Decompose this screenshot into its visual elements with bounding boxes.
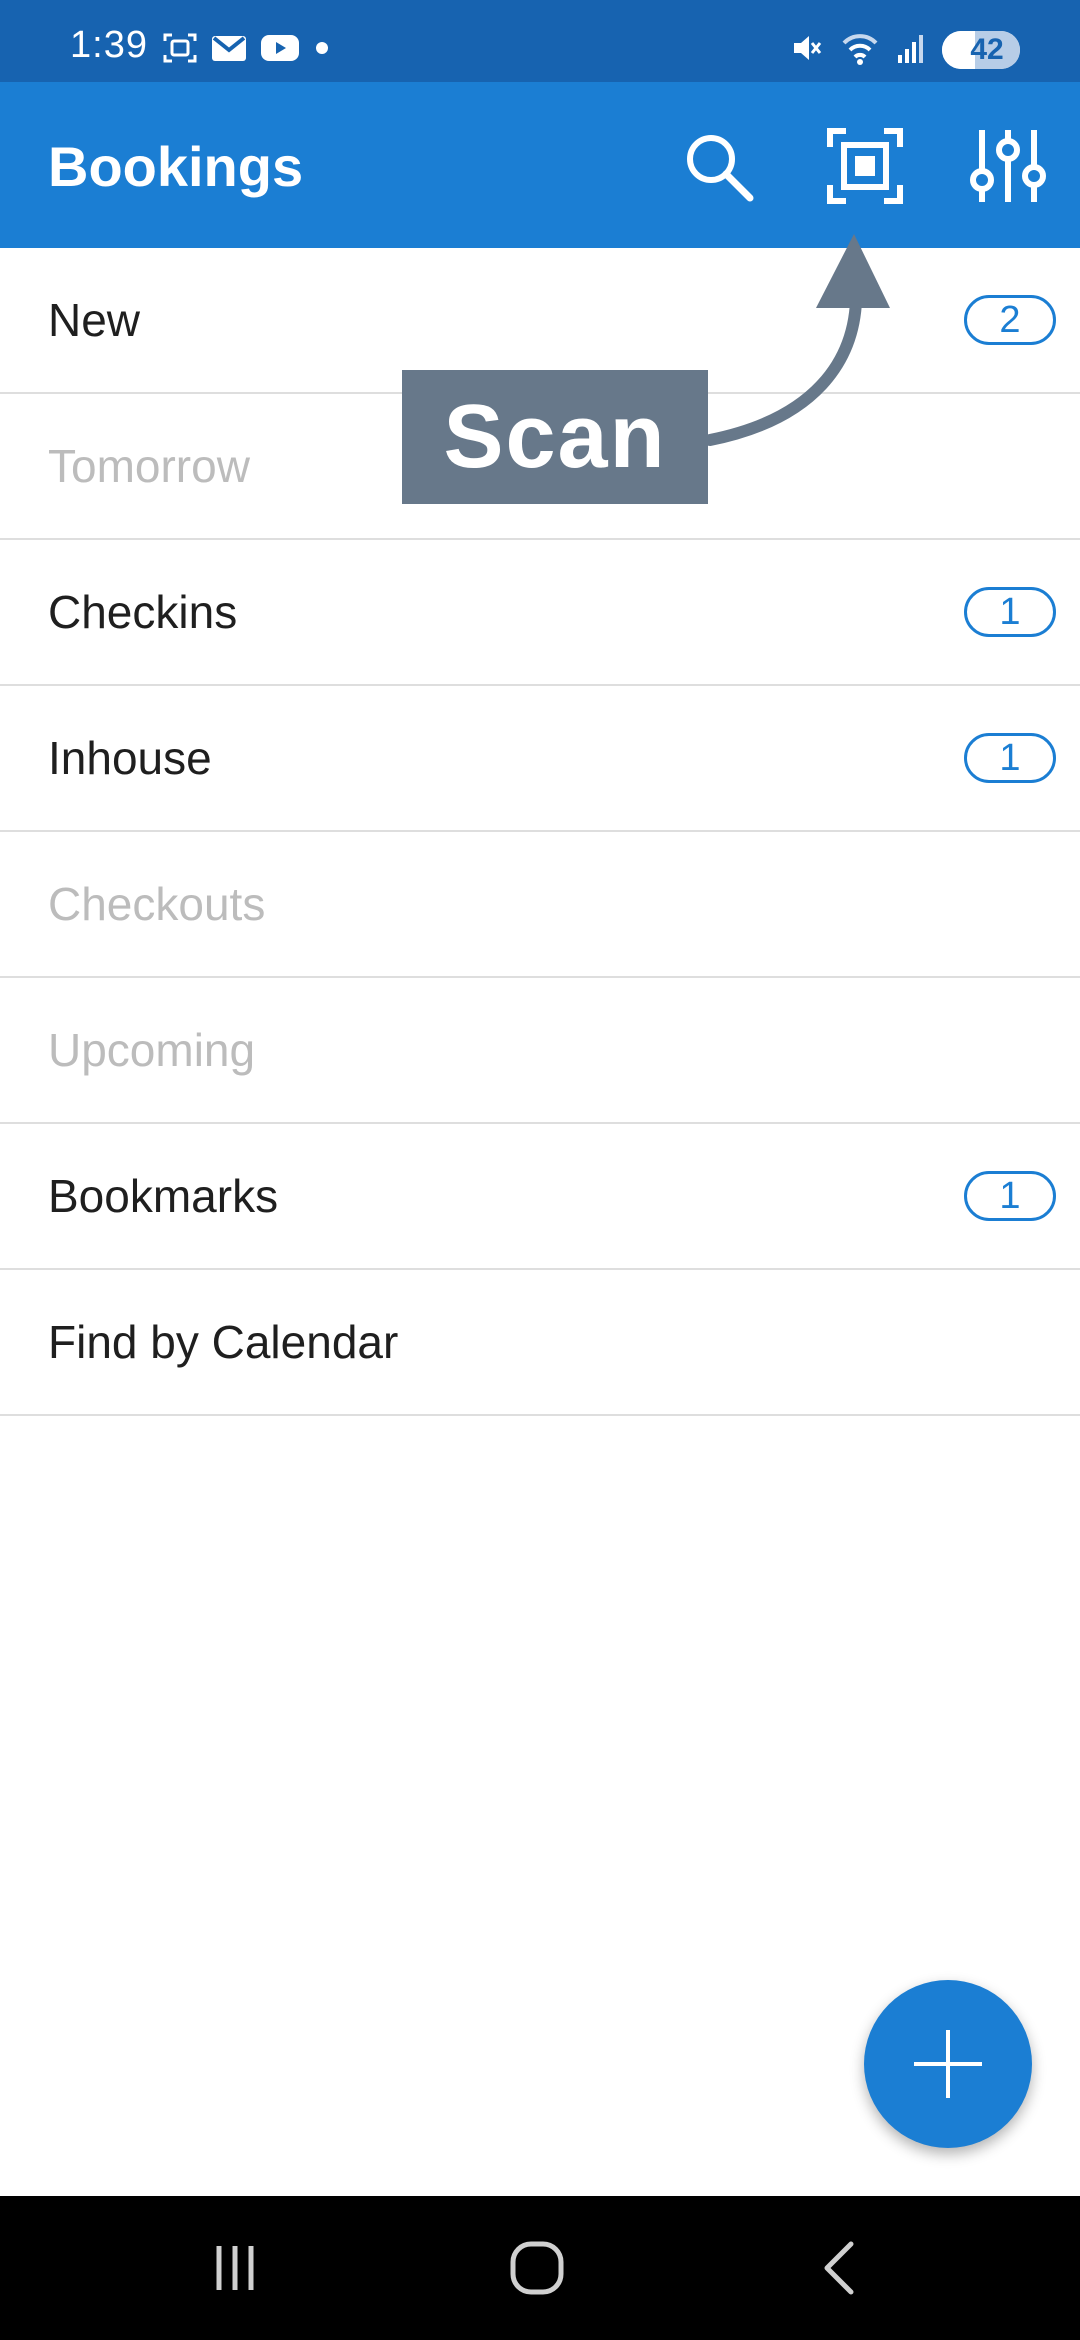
scan-icon xyxy=(827,128,903,204)
gmail-icon xyxy=(210,33,248,68)
back-button[interactable] xyxy=(786,2228,896,2308)
mute-icon xyxy=(790,31,824,70)
filter-sliders-icon xyxy=(970,130,1046,202)
list-item-upcoming[interactable]: Upcoming xyxy=(0,978,1080,1124)
signal-icon xyxy=(896,31,926,70)
screen: 1:39 42 Bookings New 2 Tomorrow Checkins… xyxy=(0,0,1080,2340)
search-button[interactable] xyxy=(676,124,760,208)
dot-icon xyxy=(312,38,332,63)
back-icon xyxy=(824,2241,854,2295)
recents-button[interactable] xyxy=(180,2228,290,2308)
status-time: 1:39 xyxy=(70,24,148,66)
battery-icon: 42 xyxy=(942,31,1020,69)
list-item-inhouse[interactable]: Inhouse 1 xyxy=(0,686,1080,832)
wifi-icon xyxy=(840,31,880,70)
battery-level: 42 xyxy=(970,33,1004,66)
count-badge: 1 xyxy=(964,587,1056,637)
screenshot-icon xyxy=(162,31,198,70)
count-badge: 1 xyxy=(964,1171,1056,1221)
page-title: Bookings xyxy=(48,135,304,198)
home-icon xyxy=(510,2241,564,2295)
plus-icon xyxy=(914,2030,982,2098)
status-notification-icons xyxy=(162,30,332,70)
list-item-find-by-calendar[interactable]: Find by Calendar xyxy=(0,1270,1080,1416)
search-icon xyxy=(687,135,754,202)
status-system-icons: 42 xyxy=(790,28,1020,72)
list-item-label: Inhouse xyxy=(48,732,212,784)
list-item-bookmarks[interactable]: Bookmarks 1 xyxy=(0,1124,1080,1270)
count-badge: 1 xyxy=(964,733,1056,783)
list-item-label: Upcoming xyxy=(48,1024,256,1076)
home-button[interactable] xyxy=(482,2228,592,2308)
scan-tooltip: Scan xyxy=(402,370,708,504)
list-item-label: Bookmarks xyxy=(48,1170,279,1222)
list-item-label: Tomorrow xyxy=(48,440,250,492)
list-item-checkouts[interactable]: Checkouts xyxy=(0,832,1080,978)
status-bar: 1:39 42 xyxy=(0,0,1080,82)
add-booking-button[interactable] xyxy=(864,1980,1032,2148)
list-item-checkins[interactable]: Checkins 1 xyxy=(0,540,1080,686)
list-item-label: Checkins xyxy=(48,586,238,638)
scan-button[interactable] xyxy=(823,124,907,208)
youtube-icon xyxy=(260,33,300,68)
filter-button[interactable] xyxy=(966,124,1050,208)
list-item-label: Checkouts xyxy=(48,878,266,930)
recents-icon xyxy=(216,2246,254,2290)
list-item-label: Find by Calendar xyxy=(48,1316,399,1368)
count-badge: 2 xyxy=(964,295,1056,345)
callout-arrow-icon xyxy=(704,234,890,446)
system-nav-bar xyxy=(0,2196,1080,2340)
list-item-label: New xyxy=(48,294,141,346)
